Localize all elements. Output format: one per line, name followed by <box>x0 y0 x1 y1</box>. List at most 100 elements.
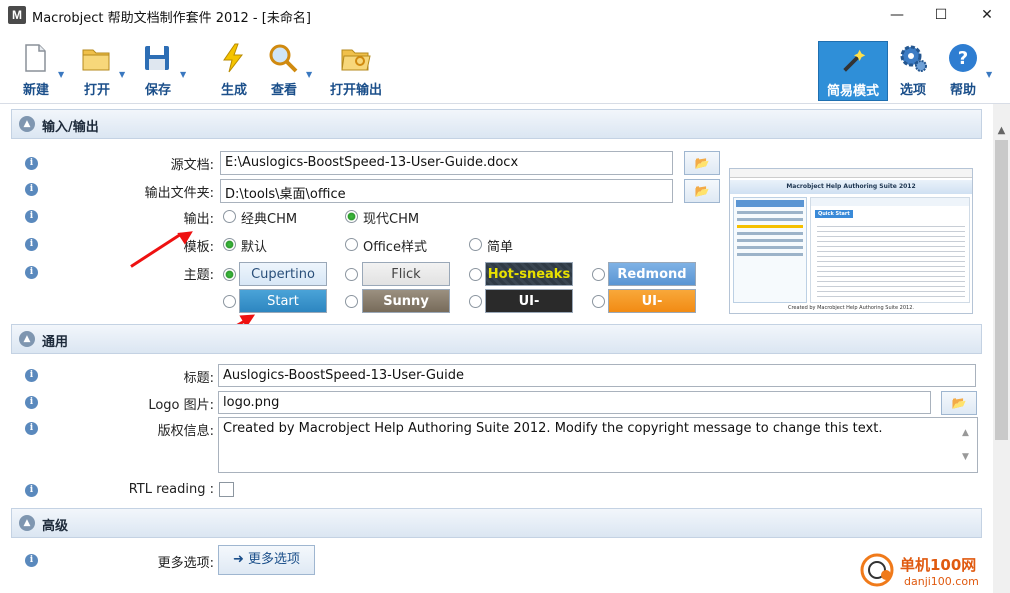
theme-ui-darkness-radio[interactable] <box>469 295 482 308</box>
minimize-button[interactable]: — <box>874 0 920 30</box>
info-icon[interactable]: i <box>25 554 38 567</box>
rtl-checkbox[interactable] <box>219 482 234 497</box>
watermark: 单机100网 danji100.com <box>860 553 1010 593</box>
output-label: 输出: <box>183 212 214 227</box>
gear-icon <box>900 45 927 72</box>
theme-sunny-swatch[interactable]: Sunny <box>362 289 450 313</box>
watermark-url: danji100.com <box>904 575 979 588</box>
chevron-down-icon[interactable]: ▼ <box>119 70 125 79</box>
help-icon: ? <box>949 44 977 72</box>
scroll-up-arrow[interactable]: ▲ <box>993 122 1010 139</box>
theme-ui-darkness-swatch[interactable]: UI-darkness <box>485 289 573 333</box>
help-button[interactable]: ? 帮助 ▼ <box>934 38 992 100</box>
output-classic-chm-label: 经典CHM <box>241 212 298 227</box>
open-label: 打开 <box>83 83 110 98</box>
preview-content: Quick Start <box>810 197 970 303</box>
output-folder-label: 输出文件夹: <box>144 186 214 201</box>
theme-cupertino-radio[interactable] <box>223 268 236 281</box>
logo-label: Logo 图片: <box>148 398 214 413</box>
textarea-scroll-down[interactable]: ▼ <box>962 452 969 462</box>
theme-redmond-radio[interactable] <box>592 268 605 281</box>
title-input[interactable]: Auslogics-BoostSpeed-13-User-Guide <box>218 364 976 387</box>
close-button[interactable]: ✕ <box>964 0 1010 30</box>
easy-mode-button[interactable]: 简易模式 <box>818 41 888 101</box>
output-folder-input[interactable]: D:\tools\桌面\office <box>220 179 673 203</box>
view-label: 查看 <box>270 83 297 98</box>
open-folder-icon: 📂 <box>694 156 710 170</box>
theme-ui-lightness-swatch[interactable]: UI-lightness <box>608 289 696 333</box>
logo-input[interactable]: logo.png <box>218 391 931 414</box>
preview-tab <box>736 200 804 207</box>
more-options-button-label: 更多选项 <box>248 552 301 567</box>
save-label: 保存 <box>144 83 171 98</box>
info-icon[interactable]: i <box>25 210 38 223</box>
window-title: Macrobject 帮助文档制作套件 2012 - [未命名] <box>32 11 311 26</box>
view-button[interactable]: 查看 ▼ <box>254 38 314 100</box>
theme-cupertino-swatch[interactable]: Cupertino <box>239 262 327 286</box>
info-icon[interactable]: i <box>25 157 38 170</box>
folder-icon <box>82 49 110 71</box>
theme-preview-image: Macrobject Help Authoring Suite 2012 Qui… <box>729 168 973 314</box>
title-label: 标题: <box>183 371 214 386</box>
help-label: 帮助 <box>949 83 976 98</box>
template-simple-label: 简单 <box>487 240 514 255</box>
section-general-header[interactable]: ▲ 通用 <box>11 324 982 354</box>
app-icon: M <box>8 6 26 24</box>
chevron-down-icon[interactable]: ▼ <box>58 70 64 79</box>
chevron-down-icon[interactable]: ▼ <box>306 70 312 79</box>
preview-footer: Created by Macrobject Help Authoring Sui… <box>788 305 914 311</box>
maximize-button[interactable]: ☐ <box>918 0 964 30</box>
easy-mode-label: 简易模式 <box>826 84 879 99</box>
theme-hot-sneaks-swatch[interactable]: Hot-sneaks <box>485 262 573 286</box>
watermark-logo-icon <box>860 553 894 587</box>
copyright-textarea[interactable]: Created by Macrobject Help Authoring Sui… <box>218 417 978 473</box>
section-title: 输入/输出 <box>42 120 99 135</box>
open-folder-icon: 📂 <box>951 396 967 410</box>
info-icon[interactable]: i <box>25 266 38 279</box>
output-classic-chm-radio[interactable] <box>223 210 236 223</box>
watermark-text: 单机100网 <box>900 556 977 574</box>
template-default-radio[interactable] <box>223 238 236 251</box>
new-button[interactable]: 新建 ▼ <box>6 38 66 100</box>
section-title: 高级 <box>42 519 69 534</box>
preview-window-bar <box>730 169 972 178</box>
browse-logo-button[interactable]: 📂 <box>941 391 977 415</box>
info-icon[interactable]: i <box>25 183 38 196</box>
theme-flick-swatch[interactable]: Flick <box>362 262 450 286</box>
theme-flick-radio[interactable] <box>345 268 358 281</box>
template-simple-radio[interactable] <box>469 238 482 251</box>
theme-start-radio[interactable] <box>223 295 236 308</box>
info-icon[interactable]: i <box>25 422 38 435</box>
theme-redmond-swatch[interactable]: Redmond <box>608 262 696 286</box>
section-advanced-header[interactable]: ▲ 高级 <box>11 508 982 538</box>
rtl-label: RTL reading : <box>128 482 214 497</box>
theme-sunny-radio[interactable] <box>345 295 358 308</box>
collapse-icon: ▲ <box>19 331 35 347</box>
chevron-down-icon[interactable]: ▼ <box>180 70 186 79</box>
save-button[interactable]: 保存 ▼ <box>128 38 188 100</box>
browse-source-button[interactable]: 📂 <box>684 151 720 175</box>
info-icon[interactable]: i <box>25 484 38 497</box>
section-io-header[interactable]: ▲ 输入/输出 <box>11 109 982 139</box>
open-button[interactable]: 打开 ▼ <box>67 38 127 100</box>
open-output-button[interactable]: 打开输出 <box>326 38 386 100</box>
new-label: 新建 <box>22 83 49 98</box>
source-input[interactable]: E:\Auslogics-BoostSpeed-13-User-Guide.do… <box>220 151 673 175</box>
more-options-button[interactable]: ➜ 更多选项 <box>218 545 315 575</box>
output-modern-chm-radio[interactable] <box>345 210 358 223</box>
template-office-radio[interactable] <box>345 238 358 251</box>
browse-output-button[interactable]: 📂 <box>684 179 720 203</box>
theme-ui-lightness-radio[interactable] <box>592 295 605 308</box>
copyright-label: 版权信息: <box>157 424 214 439</box>
magnifier-icon <box>269 44 298 73</box>
textarea-scroll-up[interactable]: ▲ <box>962 428 969 438</box>
theme-hot-sneaks-radio[interactable] <box>469 268 482 281</box>
scrollbar-thumb[interactable] <box>995 140 1008 440</box>
info-icon[interactable]: i <box>25 369 38 382</box>
info-icon[interactable]: i <box>25 238 38 251</box>
open-output-label: 打开输出 <box>329 83 382 98</box>
theme-label: 主题: <box>183 268 214 283</box>
chevron-down-icon[interactable]: ▼ <box>986 70 992 79</box>
lightning-icon <box>223 43 244 73</box>
info-icon[interactable]: i <box>25 396 38 409</box>
